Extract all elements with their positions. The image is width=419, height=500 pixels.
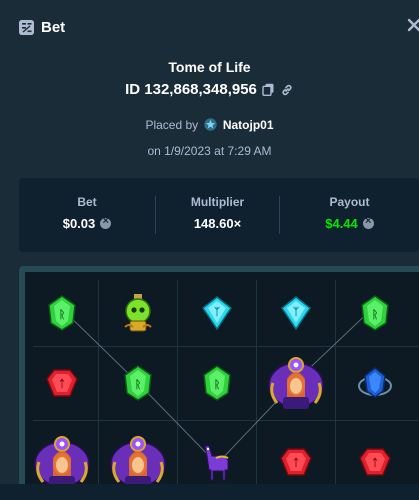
coin-icon [362,215,374,229]
stat-payout-label: Payout [329,195,370,209]
modal-title: Bet [41,19,66,36]
svg-text:ᛉ: ᛉ [214,306,221,318]
svg-text:ᚱ: ᚱ [213,378,220,391]
stat-multiplier-label: Multiplier [190,195,245,209]
symbol-sorceress [267,355,325,416]
bet-slip-icon [19,20,34,35]
stat-bet-label: Bet [77,195,97,209]
slot-board: ᚱ ᛉ ᛉ ᚱ ᛏ ᚱ ᚱ ᛏ ᛏ [19,266,419,500]
symbol-green-gem: ᚱ [47,295,77,336]
symbol-skull-potion [121,293,155,338]
svg-text:ᛏ: ᛏ [372,457,378,469]
placed-by-row: Placed by Natojp01 [0,118,419,134]
symbol-cyan-gem: ᛉ [201,296,232,335]
symbol-green-gem: ᚱ [202,365,232,406]
svg-text:ᚱ: ᚱ [134,378,141,391]
symbol-green-gem: ᚱ [123,365,153,406]
stat-payout-value: $4.44 [325,216,358,231]
modal-header: Bet [0,0,419,56]
game-name[interactable]: Tome of Life [0,59,419,75]
bet-date: on 1/9/2023 at 7:29 AM [147,144,272,158]
bet-id-row: ID 132,868,348,956 [0,81,419,98]
close-icon[interactable] [407,18,419,32]
symbol-purple-llama [200,442,234,487]
stat-bet: Bet $0.03 [19,178,155,252]
svg-text:ᛏ: ᛏ [293,457,299,469]
stat-multiplier-value: 148.60× [193,216,242,231]
stats-panel: Bet $0.03 Multiplier 148.60× Payout $4.4… [19,178,419,252]
bottom-bar [0,484,419,500]
symbol-cyan-gem: ᛉ [280,296,311,335]
stat-payout: Payout $4.44 [280,178,419,252]
stat-multiplier: Multiplier 148.60× [156,178,279,252]
svg-text:ᛉ: ᛉ [293,306,300,318]
coin-icon [100,215,112,229]
copy-icon[interactable] [262,83,275,96]
symbol-red-gem: ᛏ [279,448,312,481]
svg-text:ᚱ: ᚱ [371,308,378,321]
link-icon[interactable] [280,83,294,97]
svg-text:ᛏ: ᛏ [59,378,65,390]
symbol-red-gem: ᛏ [358,448,391,481]
bet-id: ID 132,868,348,956 [125,81,257,98]
username[interactable]: Natojp01 [223,118,274,132]
vip-star-icon [203,118,217,134]
placed-by-label: Placed by [145,118,199,132]
symbol-red-gem: ᛏ [45,369,78,402]
symbol-blue-orb [357,366,393,405]
symbol-green-gem: ᚱ [360,295,390,336]
stat-bet-value: $0.03 [62,216,96,231]
svg-text:ᚱ: ᚱ [58,308,65,321]
